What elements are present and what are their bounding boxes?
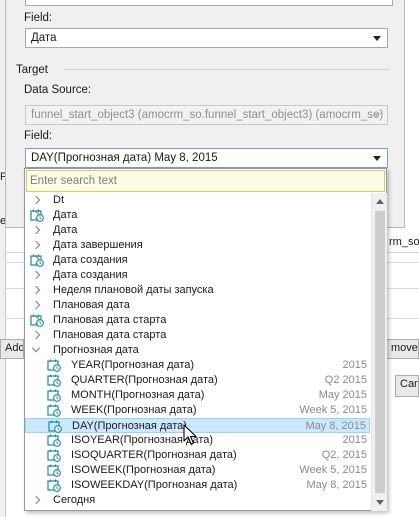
list-item[interactable]: Dt (25, 193, 370, 208)
list-item[interactable]: MONTH(Прогнозная дата) May 2015 (25, 388, 370, 403)
target-field-value: DAY(Прогнозная дата) May 8, 2015 (31, 152, 218, 164)
target-field-label: Field: (24, 130, 53, 142)
add-field-button[interactable]: Add F (0, 339, 24, 359)
calendar-clock-icon (30, 209, 44, 222)
expand-chevron-icon[interactable] (31, 330, 41, 340)
list-item-label: Дата (53, 209, 78, 221)
list-item-label: MONTH(Прогнозная дата) (71, 389, 205, 401)
list-item-label: Dt (53, 194, 64, 206)
list-item[interactable]: Дата завершения (25, 238, 370, 253)
source-field-value: Дата (31, 32, 57, 44)
group-divider (64, 69, 390, 70)
expand-chevron-icon[interactable] (31, 300, 41, 310)
list-item[interactable]: Плановая дата старта (25, 328, 370, 343)
list-item[interactable]: WEEK(Прогнозная дата) Week 5, 2015 (25, 403, 370, 418)
list-item-value: Q2, 2015 (321, 449, 367, 461)
list-item-label: Плановая дата старта (53, 314, 167, 326)
target-group-label: Target (16, 64, 48, 76)
list-item-value: 2015 (342, 434, 367, 446)
datasource-label: Data Source: (24, 84, 92, 96)
calendar-clock-icon (47, 404, 61, 417)
calendar-clock-icon (47, 434, 61, 447)
background-text-fragment: rm_so (389, 236, 419, 248)
target-field-select[interactable]: DAY(Прогнозная дата) May 8, 2015 (25, 148, 388, 168)
scrollbar-thumb[interactable] (375, 211, 385, 493)
calendar-clock-icon (47, 374, 61, 387)
scroll-down-icon[interactable] (376, 500, 384, 505)
list-item[interactable]: ISOWEEKDAY(Прогнозная дата) May 8, 2015 (25, 478, 370, 493)
cancel-button[interactable]: Can (395, 375, 419, 397)
remove-button[interactable]: move (386, 339, 419, 359)
mouse-cursor-icon (183, 424, 197, 445)
list-item[interactable]: Неделя плановой даты запуска (25, 283, 370, 298)
list-item-value: May 8, 2015 (305, 420, 366, 432)
list-item-label: ISOQUARTER(Прогнозная дата) (71, 449, 237, 461)
list-item[interactable]: Дата создания (25, 253, 370, 268)
list-item[interactable]: Дата (25, 223, 370, 238)
calendar-clock-icon (47, 479, 61, 492)
calendar-clock-icon (30, 314, 44, 327)
list-item[interactable]: Дата создания (25, 268, 370, 283)
chevron-down-icon (373, 113, 381, 118)
expand-chevron-icon[interactable] (31, 225, 41, 235)
expand-chevron-icon[interactable] (31, 285, 41, 295)
expand-chevron-open-icon[interactable] (31, 343, 41, 353)
list-item[interactable]: YEAR(Прогнозная дата) 2015 (25, 358, 370, 373)
calendar-clock-icon (47, 464, 61, 477)
list-item-label: ISOWEEK(Прогнозная дата) (71, 464, 216, 476)
list-item-label: QUARTER(Прогнозная дата) (71, 374, 218, 386)
search-input[interactable]: Enter search text (26, 170, 385, 192)
field-list: Dt Дата Дата Дата завершения Дата создания Да… (25, 193, 370, 511)
list-item-label: Дата завершения (53, 239, 143, 251)
calendar-clock-icon (47, 389, 61, 402)
scroll-up-icon[interactable] (376, 199, 384, 204)
list-item-label: DAY(Прогнозная дата) (72, 420, 187, 432)
chevron-down-icon (373, 36, 381, 41)
list-item-label: Сегодня (53, 494, 96, 506)
field-dropdown: Enter search text Dt Дата Дата Дата заверше… (24, 168, 387, 511)
list-item-label: Неделя плановой даты запуска (53, 284, 214, 296)
list-item-label: ISOWEEKDAY(Прогнозная дата) (71, 479, 238, 491)
chevron-down-icon (373, 156, 381, 161)
list-item-label: YEAR(Прогнозная дата) (71, 359, 195, 371)
expand-chevron-icon[interactable] (31, 495, 41, 505)
list-item[interactable]: Дата (25, 208, 370, 223)
list-item-label: Дата (53, 224, 78, 236)
datasource-select: funnel_start_object3 (amocrm_so.funnel_s… (25, 105, 388, 125)
list-item-label: Плановая дата старта (53, 329, 167, 341)
top-input-field[interactable] (25, 0, 393, 6)
expand-chevron-icon[interactable] (31, 270, 41, 280)
list-item-value: May 2015 (318, 389, 367, 401)
list-item-value: Week 5, 2015 (299, 464, 367, 476)
list-item-label: Дата создания (53, 254, 128, 266)
list-item-label: Дата создания (53, 269, 128, 281)
datasource-value: funnel_start_object3 (amocrm_so.funnel_s… (31, 109, 384, 121)
calendar-clock-icon (30, 254, 44, 267)
scrollbar[interactable] (371, 193, 387, 511)
list-item[interactable]: Плановая дата (25, 298, 370, 313)
list-item[interactable]: QUARTER(Прогнозная дата) Q2 2015 (25, 373, 370, 388)
list-item-value: May 8, 2015 (306, 479, 367, 491)
list-item-label: Прогнозная дата (53, 344, 139, 356)
source-field-select[interactable]: Дата (25, 28, 388, 48)
list-item-label: Плановая дата (53, 299, 130, 311)
source-field-label: Field: (24, 12, 53, 24)
expand-chevron-icon[interactable] (31, 240, 41, 250)
list-item[interactable]: Плановая дата старта (25, 313, 370, 328)
calendar-clock-icon (47, 449, 61, 462)
list-item-value: Week 5, 2015 (299, 404, 367, 416)
calendar-clock-icon (47, 359, 61, 372)
list-item-label: WEEK(Прогнозная дата) (71, 404, 197, 416)
list-item[interactable]: ISOQUARTER(Прогнозная дата) Q2, 2015 (25, 448, 370, 463)
list-item-value: Q2 2015 (324, 374, 367, 386)
list-item-value: 2015 (342, 359, 367, 371)
list-item[interactable]: ISOWEEK(Прогнозная дата) Week 5, 2015 (25, 463, 370, 478)
calendar-clock-icon (48, 420, 62, 433)
expand-chevron-icon[interactable] (31, 195, 41, 205)
list-item[interactable]: Сегодня (25, 493, 370, 508)
list-item[interactable]: Прогнозная дата (25, 343, 370, 358)
